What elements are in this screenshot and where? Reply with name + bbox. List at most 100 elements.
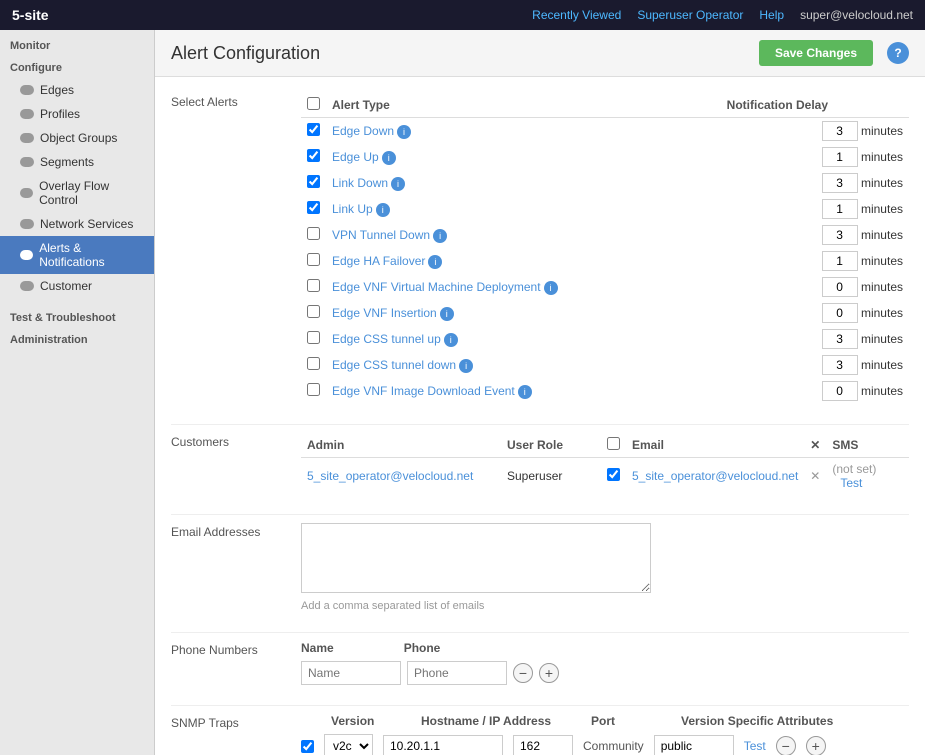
alert-checkbox-9[interactable] (307, 357, 320, 370)
alert-name-2[interactable]: Link Down (332, 176, 388, 190)
alert-info-icon-8[interactable]: i (444, 333, 458, 347)
delay-input-1[interactable] (822, 147, 858, 167)
alert-checkbox-5[interactable] (307, 253, 320, 266)
snmp-traps-section: SNMP Traps Version Hostname / IP Address… (171, 714, 909, 755)
help-button[interactable]: ? (887, 42, 909, 64)
alert-info-icon-10[interactable]: i (518, 385, 532, 399)
alert-info-icon-1[interactable]: i (382, 151, 396, 165)
alert-info-icon-6[interactable]: i (544, 281, 558, 295)
alert-info-icon-5[interactable]: i (428, 255, 442, 269)
minutes-label-5: minutes (861, 254, 903, 268)
sidebar-item-overlay-flow[interactable]: Overlay Flow Control (0, 174, 154, 212)
alert-name-0[interactable]: Edge Down (332, 124, 394, 138)
customer-email-checkbox[interactable] (607, 468, 620, 481)
alert-name-4[interactable]: VPN Tunnel Down (332, 228, 430, 242)
remove-phone-btn[interactable]: − (513, 663, 533, 683)
sidebar-item-alerts[interactable]: Alerts & Notifications (0, 236, 154, 274)
snmp-traps-content: Version Hostname / IP Address Port Versi… (301, 714, 909, 755)
superuser-link[interactable]: Superuser Operator (637, 8, 743, 22)
alert-info-icon-0[interactable]: i (397, 125, 411, 139)
sidebar-item-customer[interactable]: Customer (0, 274, 154, 298)
alert-row: Edge CSS tunnel upi minutes (301, 326, 909, 352)
delay-input-5[interactable] (822, 251, 858, 271)
add-phone-btn[interactable]: + (539, 663, 559, 683)
delay-input-3[interactable] (822, 199, 858, 219)
snmp-port-input[interactable] (513, 735, 573, 755)
select-all-checkbox[interactable] (307, 97, 320, 110)
customer-x-btn[interactable]: ✕ (804, 458, 826, 495)
remove-snmp-btn[interactable]: − (776, 736, 796, 755)
minutes-label-2: minutes (861, 176, 903, 190)
x-col: ✕ (804, 433, 826, 458)
delay-input-8[interactable] (822, 329, 858, 349)
alert-row: Link Upi minutes (301, 196, 909, 222)
add-snmp-btn[interactable]: + (806, 736, 826, 755)
alert-info-icon-4[interactable]: i (433, 229, 447, 243)
sidebar-item-object-groups[interactable]: Object Groups (0, 126, 154, 150)
alert-name-9[interactable]: Edge CSS tunnel down (332, 358, 456, 372)
sidebar-item-edges[interactable]: Edges (0, 78, 154, 102)
layout: Monitor Configure Edges Profiles Object … (0, 30, 925, 755)
alert-info-icon-3[interactable]: i (376, 203, 390, 217)
monitor-header: Monitor (0, 34, 154, 56)
administration-header[interactable]: Administration (0, 328, 154, 350)
delay-input-10[interactable] (822, 381, 858, 401)
alert-name-5[interactable]: Edge HA Failover (332, 254, 425, 268)
alert-info-icon-2[interactable]: i (391, 177, 405, 191)
sidebar-item-network-services[interactable]: Network Services (0, 212, 154, 236)
snmp-col-headers: Version Hostname / IP Address Port Versi… (301, 714, 909, 728)
nav-links: Recently Viewed Superuser Operator Help … (532, 8, 913, 22)
alert-checkbox-6[interactable] (307, 279, 320, 292)
delay-input-4[interactable] (822, 225, 858, 245)
delay-input-0[interactable] (822, 121, 858, 141)
snmp-hostname-input[interactable] (383, 735, 503, 755)
sms-test-link[interactable]: Test (840, 476, 862, 490)
recently-viewed-link[interactable]: Recently Viewed (532, 8, 621, 22)
alert-info-icon-7[interactable]: i (440, 307, 454, 321)
alert-row: Edge VNF Insertioni minutes (301, 300, 909, 326)
email-col-checkbox[interactable] (607, 437, 620, 450)
phone-numbers-label: Phone Numbers (171, 641, 301, 685)
alert-info-icon-9[interactable]: i (459, 359, 473, 373)
alert-checkbox-0[interactable] (307, 123, 320, 136)
alert-checkbox-8[interactable] (307, 331, 320, 344)
customer-email-value: 5_site_operator@velocloud.net (626, 458, 804, 495)
main-content: Alert Configuration Save Changes ? Selec… (155, 30, 925, 755)
minutes-label-3: minutes (861, 202, 903, 216)
alert-name-1[interactable]: Edge Up (332, 150, 379, 164)
alert-checkbox-4[interactable] (307, 227, 320, 240)
alert-checkbox-1[interactable] (307, 149, 320, 162)
alert-name-7[interactable]: Edge VNF Insertion (332, 306, 437, 320)
delay-input-9[interactable] (822, 355, 858, 375)
alert-checkbox-10[interactable] (307, 383, 320, 396)
customer-role: Superuser (501, 458, 601, 495)
phone-name-input[interactable] (301, 661, 401, 685)
snmp-test-link[interactable]: Test (744, 739, 766, 753)
email-addresses-textarea[interactable] (301, 523, 651, 593)
cloud-icon (20, 250, 33, 260)
customers-section: Customers Admin User Role Email ✕ SMS (171, 433, 909, 494)
sidebar-label-alerts: Alerts & Notifications (39, 241, 144, 269)
alert-checkbox-3[interactable] (307, 201, 320, 214)
alert-name-6[interactable]: Edge VNF Virtual Machine Deployment (332, 280, 541, 294)
snmp-row-checkbox[interactable] (301, 740, 314, 753)
alert-name-8[interactable]: Edge CSS tunnel up (332, 332, 441, 346)
snmp-version-select[interactable]: v2c (324, 734, 373, 755)
phone-number-input[interactable] (407, 661, 507, 685)
alert-type-header: Alert Type (326, 93, 721, 118)
save-button[interactable]: Save Changes (759, 40, 873, 66)
sidebar-item-segments[interactable]: Segments (0, 150, 154, 174)
minutes-label-6: minutes (861, 280, 903, 294)
alert-checkbox-2[interactable] (307, 175, 320, 188)
alert-name-10[interactable]: Edge VNF Image Download Event (332, 384, 515, 398)
alert-name-3[interactable]: Link Up (332, 202, 373, 216)
delay-input-6[interactable] (822, 277, 858, 297)
snmp-community-input[interactable] (654, 735, 734, 755)
page-header: Alert Configuration Save Changes ? (155, 30, 925, 77)
delay-input-7[interactable] (822, 303, 858, 323)
alert-checkbox-7[interactable] (307, 305, 320, 318)
test-troubleshoot-header[interactable]: Test & Troubleshoot (0, 306, 154, 328)
delay-input-2[interactable] (822, 173, 858, 193)
sidebar-item-profiles[interactable]: Profiles (0, 102, 154, 126)
help-link[interactable]: Help (759, 8, 784, 22)
